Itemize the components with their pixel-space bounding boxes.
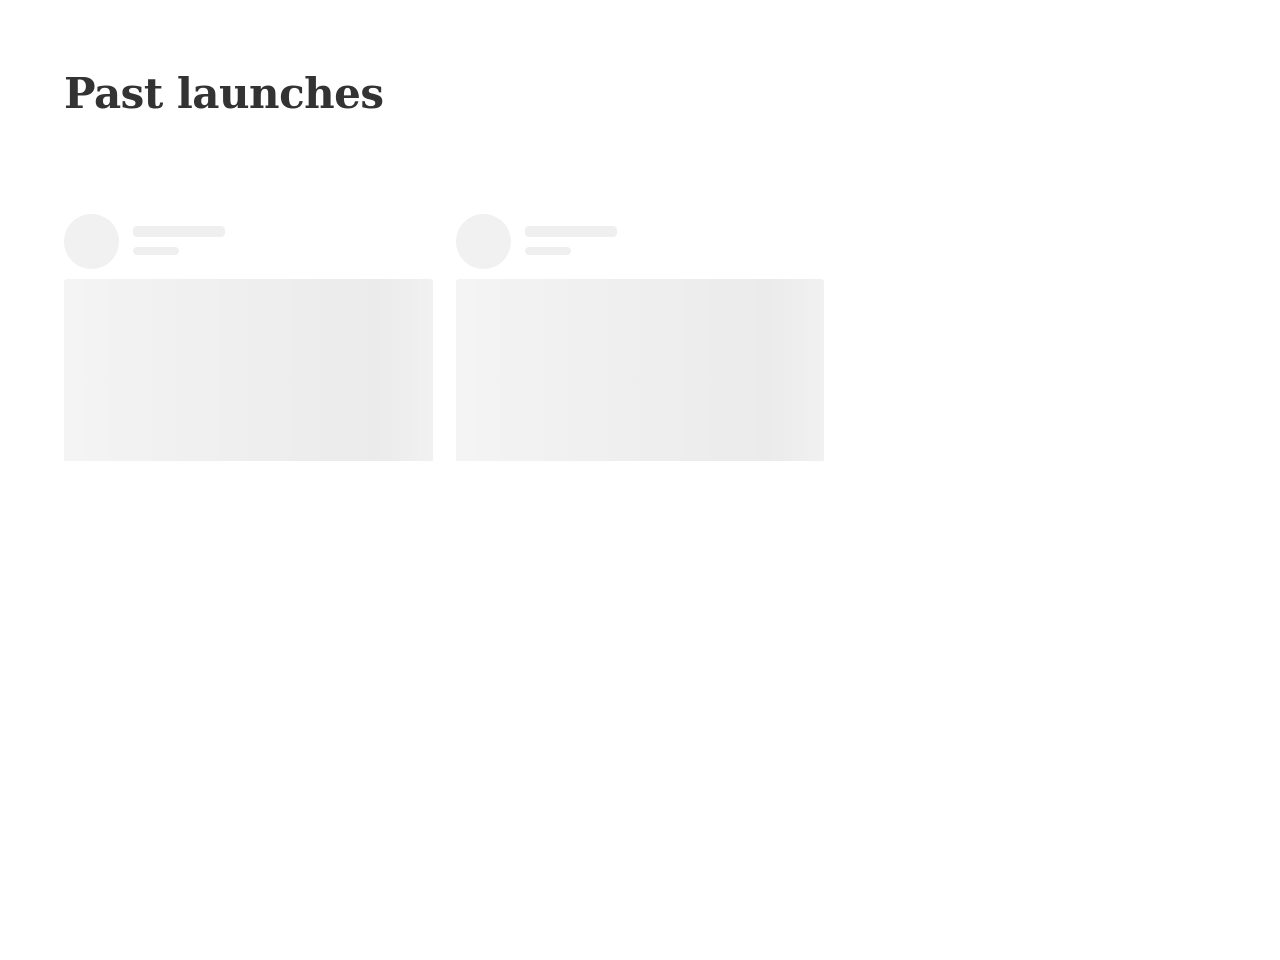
page-title: Past launches <box>64 69 384 118</box>
meta-line-placeholder <box>525 247 571 255</box>
launch-card-skeleton <box>64 214 433 461</box>
card-header-skeleton <box>456 214 825 269</box>
media-placeholder <box>456 279 824 461</box>
title-line-placeholder <box>525 226 617 237</box>
title-line-placeholder <box>133 226 225 237</box>
launch-list <box>64 214 825 461</box>
avatar-placeholder <box>64 214 119 269</box>
launch-card-skeleton <box>456 214 825 461</box>
card-header-skeleton <box>64 214 433 269</box>
text-placeholder-group <box>133 214 225 255</box>
media-placeholder <box>64 279 433 461</box>
meta-line-placeholder <box>133 247 179 255</box>
avatar-placeholder <box>456 214 511 269</box>
text-placeholder-group <box>525 214 617 255</box>
